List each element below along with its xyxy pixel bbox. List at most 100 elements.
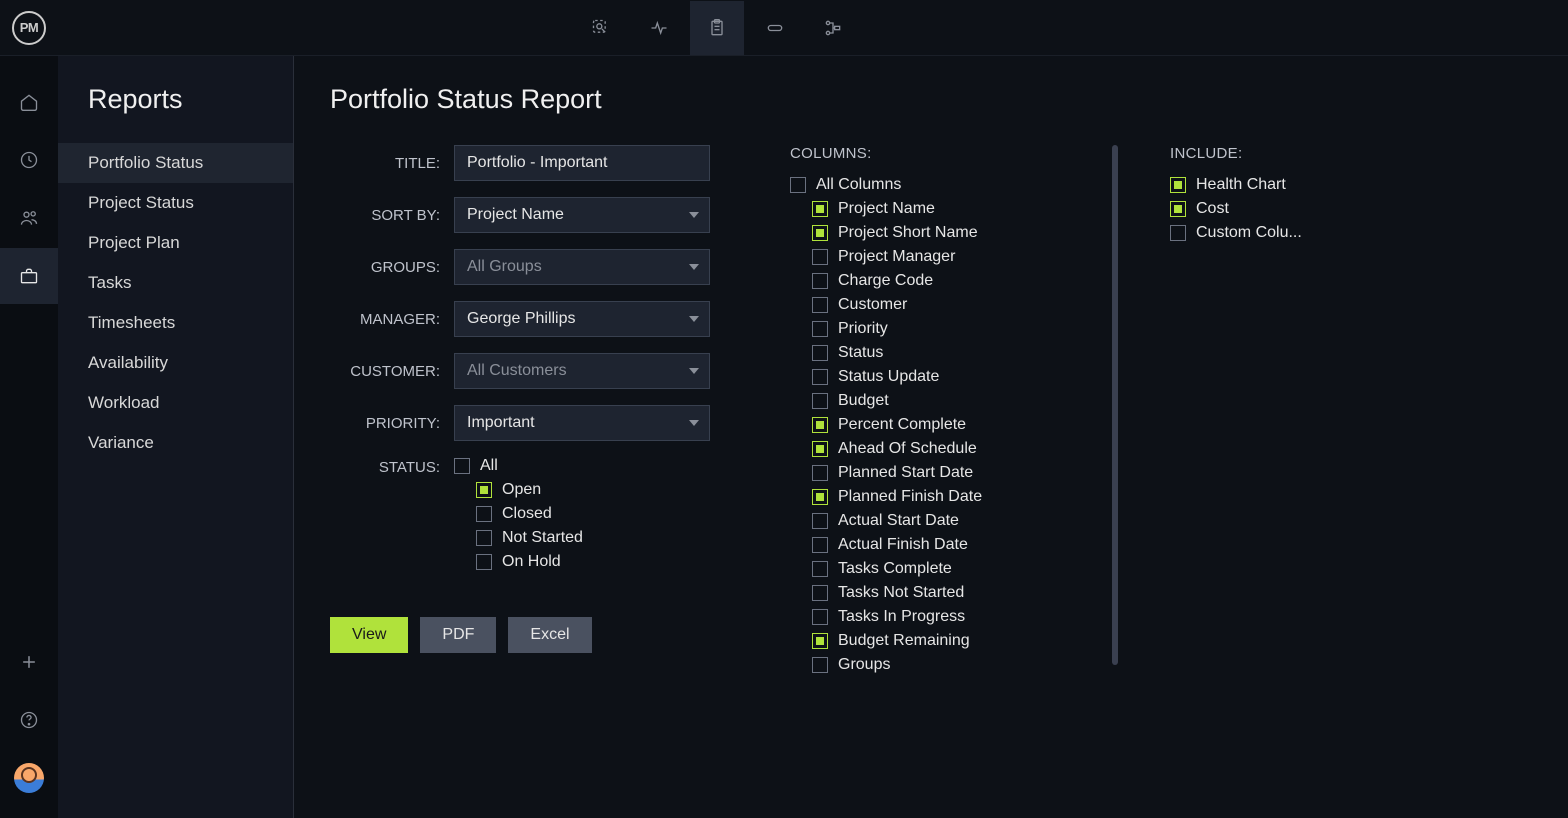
checkbox-icon (812, 633, 828, 649)
status-option-all[interactable]: All (454, 457, 710, 475)
checkbox-icon (812, 369, 828, 385)
sidebar-item-project-plan[interactable]: Project Plan (58, 223, 293, 263)
nav-team-icon[interactable] (0, 190, 58, 246)
sidebar-item-variance[interactable]: Variance (58, 423, 293, 463)
status-option-open[interactable]: Open (476, 481, 710, 499)
checkbox-icon (812, 585, 828, 601)
sidebar-item-project-status[interactable]: Project Status (58, 183, 293, 223)
column-option-planned-start-date[interactable]: Planned Start Date (812, 464, 1090, 482)
select-customer[interactable]: All Customers (454, 353, 710, 389)
top-tab-search-icon[interactable] (574, 1, 628, 55)
chevron-down-icon (689, 264, 699, 270)
view-button[interactable]: View (330, 617, 408, 653)
select-groups[interactable]: All Groups (454, 249, 710, 285)
sidebar-item-workload[interactable]: Workload (58, 383, 293, 423)
checkbox-icon (812, 201, 828, 217)
nav-home-icon[interactable] (0, 74, 58, 130)
checkbox-icon (812, 465, 828, 481)
input-title[interactable]: Portfolio - Important (454, 145, 710, 181)
checkbox-icon (812, 345, 828, 361)
top-tab-activity-icon[interactable] (632, 1, 686, 55)
column-option-tasks-complete[interactable]: Tasks Complete (812, 560, 1090, 578)
nav-recent-icon[interactable] (0, 132, 58, 188)
label-manager: MANAGER: (330, 311, 440, 328)
include-section: INCLUDE: Health Chart Cost Custom Colu... (1170, 145, 1370, 680)
checkbox-icon (1170, 177, 1186, 193)
status-option-closed[interactable]: Closed (476, 505, 710, 523)
include-option-cost[interactable]: Cost (1170, 200, 1370, 218)
sidebar-item-tasks[interactable]: Tasks (58, 263, 293, 303)
nav-help-icon[interactable] (0, 692, 58, 748)
column-option-project-name[interactable]: Project Name (812, 200, 1090, 218)
pdf-button[interactable]: PDF (420, 617, 496, 653)
top-tab-clipboard-icon[interactable] (690, 1, 744, 55)
column-option-customer[interactable]: Customer (812, 296, 1090, 314)
chevron-down-icon (689, 368, 699, 374)
label-groups: GROUPS: (330, 259, 440, 276)
nav-avatar[interactable] (0, 750, 58, 806)
checkbox-icon (812, 441, 828, 457)
select-sortby[interactable]: Project Name (454, 197, 710, 233)
checkbox-icon (812, 321, 828, 337)
filter-column: TITLE: Portfolio - Important SORT BY: Pr… (330, 145, 710, 680)
label-priority: PRIORITY: (330, 415, 440, 432)
sidebar-title: Reports (58, 84, 293, 115)
include-header: INCLUDE: (1170, 145, 1370, 162)
checkbox-icon (812, 417, 828, 433)
status-option-not-started[interactable]: Not Started (476, 529, 710, 547)
sidebar-item-portfolio-status[interactable]: Portfolio Status (58, 143, 293, 183)
scrollbar[interactable] (1112, 145, 1118, 665)
excel-button[interactable]: Excel (508, 617, 591, 653)
checkbox-icon (476, 554, 492, 570)
content: Portfolio Status Report TITLE: Portfolio… (294, 56, 1568, 818)
label-sortby: SORT BY: (330, 207, 440, 224)
checkbox-icon (476, 482, 492, 498)
column-option-charge-code[interactable]: Charge Code (812, 272, 1090, 290)
chevron-down-icon (689, 316, 699, 322)
include-option-health-chart[interactable]: Health Chart (1170, 176, 1370, 194)
column-option-tasks-not-started[interactable]: Tasks Not Started (812, 584, 1090, 602)
chevron-down-icon (689, 212, 699, 218)
column-option-groups[interactable]: Groups (812, 656, 1090, 674)
checkbox-icon (812, 225, 828, 241)
select-priority[interactable]: Important (454, 405, 710, 441)
column-option-status-update[interactable]: Status Update (812, 368, 1090, 386)
checkbox-icon (1170, 225, 1186, 241)
nav-add-icon[interactable] (0, 634, 58, 690)
column-option-status[interactable]: Status (812, 344, 1090, 362)
column-option-actual-start-date[interactable]: Actual Start Date (812, 512, 1090, 530)
app-logo[interactable]: PM (12, 11, 46, 45)
column-option-percent-complete[interactable]: Percent Complete (812, 416, 1090, 434)
top-tab-flow-icon[interactable] (806, 1, 860, 55)
column-option-planned-finish-date[interactable]: Planned Finish Date (812, 488, 1090, 506)
column-option-actual-finish-date[interactable]: Actual Finish Date (812, 536, 1090, 554)
select-manager[interactable]: George Phillips (454, 301, 710, 337)
columns-section: COLUMNS: All Columns Project NameProject… (790, 145, 1090, 674)
sidebar: Reports Portfolio StatusProject StatusPr… (58, 56, 294, 818)
label-title: TITLE: (330, 155, 440, 172)
topbar-tabs (46, 1, 1388, 55)
include-option-custom-colu-[interactable]: Custom Colu... (1170, 224, 1370, 242)
column-option-budget[interactable]: Budget (812, 392, 1090, 410)
column-option-ahead-of-schedule[interactable]: Ahead Of Schedule (812, 440, 1090, 458)
checkbox-icon (812, 393, 828, 409)
column-option-priority[interactable]: Priority (812, 320, 1090, 338)
column-option-budget-remaining[interactable]: Budget Remaining (812, 632, 1090, 650)
topbar: PM (0, 0, 1568, 56)
sidebar-item-availability[interactable]: Availability (58, 343, 293, 383)
column-option-project-manager[interactable]: Project Manager (812, 248, 1090, 266)
page-title: Portfolio Status Report (330, 84, 1532, 115)
checkbox-icon (812, 513, 828, 529)
column-option-tasks-in-progress[interactable]: Tasks In Progress (812, 608, 1090, 626)
top-tab-link-icon[interactable] (748, 1, 802, 55)
checkbox-icon (812, 537, 828, 553)
nav-briefcase-icon[interactable] (0, 248, 58, 304)
checkbox-icon (812, 273, 828, 289)
column-option-project-short-name[interactable]: Project Short Name (812, 224, 1090, 242)
sidebar-item-timesheets[interactable]: Timesheets (58, 303, 293, 343)
chk-all-columns[interactable]: All Columns (790, 176, 1090, 194)
status-option-on-hold[interactable]: On Hold (476, 553, 710, 571)
checkbox-icon (812, 561, 828, 577)
checkbox-icon (812, 489, 828, 505)
checkbox-icon (812, 297, 828, 313)
